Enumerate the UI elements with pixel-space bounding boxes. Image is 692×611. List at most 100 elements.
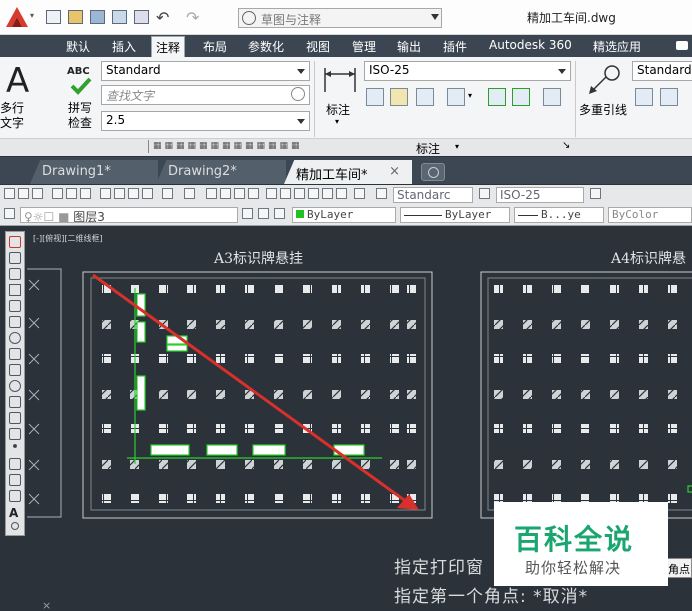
dim-continue-icon[interactable] <box>390 88 408 106</box>
tool-palettes-icon[interactable] <box>294 188 305 199</box>
tab-default[interactable]: 默认 <box>66 38 90 55</box>
new-file-icon[interactable] <box>46 10 61 24</box>
multileader-icon[interactable] <box>585 64 621 98</box>
dim-style-icon[interactable] <box>479 188 490 199</box>
region-icon[interactable] <box>9 490 21 502</box>
layer-states-icon[interactable] <box>274 208 285 219</box>
mleader-style-select[interactable]: Standard <box>632 61 692 81</box>
text-toolbar-icons[interactable]: ▦▦▦▦▦▦▦▦▦▦▦▦▦ <box>153 141 303 151</box>
add-leader-icon[interactable] <box>635 88 653 106</box>
workspace-dropdown[interactable]: 草图与注释 <box>238 8 442 28</box>
dim-baseline-icon[interactable] <box>366 88 384 106</box>
tab-featured-apps[interactable]: 精选应用 <box>593 38 641 55</box>
plot-icon[interactable] <box>52 188 63 199</box>
table-style-icon[interactable] <box>590 188 601 199</box>
remove-leader-icon[interactable] <box>660 88 678 106</box>
spellcheck-check-icon[interactable] <box>70 77 92 95</box>
chevron-down-icon[interactable]: ▾ <box>455 142 459 151</box>
mtext-icon[interactable]: A <box>9 506 21 520</box>
autocad-logo-icon[interactable] <box>6 7 28 27</box>
hatch-icon[interactable] <box>9 458 21 470</box>
text-panel-expander[interactable]: ▦▦▦▦▦▦▦▦▦▦▦▦▦ <box>148 140 349 153</box>
tab-output[interactable]: 输出 <box>397 38 421 55</box>
find-search-icon[interactable] <box>291 87 305 101</box>
dim-inspect-icon[interactable] <box>488 88 506 106</box>
polygon-icon[interactable] <box>9 284 21 296</box>
new-tab-button[interactable] <box>421 163 445 181</box>
tab-manage[interactable]: 管理 <box>352 38 376 55</box>
zoom-previous-icon[interactable] <box>248 188 259 199</box>
calculator-icon[interactable] <box>336 188 347 199</box>
match-prop-icon[interactable] <box>142 188 153 199</box>
linetype-select[interactable]: ByLayer <box>400 207 510 223</box>
design-center-icon[interactable] <box>280 188 291 199</box>
dim-oblique-icon[interactable] <box>543 88 561 106</box>
rectangle-icon[interactable] <box>9 300 21 312</box>
publish-icon[interactable] <box>80 188 91 199</box>
redo-icon[interactable]: ↷ <box>186 8 199 27</box>
revision-cloud-icon[interactable] <box>9 348 21 360</box>
ellipse-arc-icon[interactable] <box>9 396 21 408</box>
construction-line-icon[interactable] <box>9 252 21 264</box>
toolbar-dim-style-select[interactable]: ISO-25 <box>496 187 584 203</box>
tab-layout[interactable]: 布局 <box>203 38 227 55</box>
layer-select[interactable]: ♀☼☐ ■ 图层3 <box>20 207 238 223</box>
undo-icon[interactable] <box>162 188 173 199</box>
cut-icon[interactable] <box>100 188 111 199</box>
tab-parametric[interactable]: 参数化 <box>248 38 284 55</box>
layer-manager-icon[interactable] <box>4 208 15 219</box>
print-icon[interactable] <box>134 10 149 24</box>
doc-tab-active-workshop[interactable]: 精加工车间* × <box>284 160 412 184</box>
dim-style-select[interactable]: ISO-25 <box>364 61 571 81</box>
save-as-icon[interactable] <box>112 10 127 24</box>
add-selected-icon[interactable] <box>11 522 19 530</box>
tab-plugins[interactable]: 插件 <box>443 38 467 55</box>
preview-icon[interactable] <box>66 188 77 199</box>
save-icon[interactable] <box>32 188 43 199</box>
tab-annotate[interactable]: 注释 <box>151 36 186 57</box>
dim-break-icon[interactable] <box>416 88 434 106</box>
zoom-realtime-icon[interactable] <box>220 188 231 199</box>
doc-tab-drawing2[interactable]: Drawing2* <box>156 160 286 184</box>
markup-icon[interactable] <box>322 188 333 199</box>
text-height-select[interactable]: 2.5 <box>101 111 310 131</box>
sheet-set-icon[interactable] <box>308 188 319 199</box>
layer-previous-icon[interactable] <box>258 208 269 219</box>
spline-icon[interactable] <box>9 364 21 376</box>
dialog-launcher-icon[interactable]: ↘ <box>562 140 570 151</box>
mtext-label[interactable]: 多行 文字 <box>0 101 24 131</box>
copy-icon[interactable] <box>114 188 125 199</box>
dimension-dropdown-icon[interactable]: ▾ <box>335 117 339 126</box>
help-icon[interactable] <box>354 188 365 199</box>
multileader-label[interactable]: 多重引线 <box>579 101 627 118</box>
open-icon[interactable] <box>18 188 29 199</box>
linear-dimension-icon[interactable] <box>322 64 358 96</box>
open-folder-icon[interactable] <box>68 10 83 24</box>
mtext-icon[interactable]: A <box>6 61 29 101</box>
color-select[interactable]: ByLayer <box>292 207 396 223</box>
dim-update-icon[interactable] <box>512 88 530 106</box>
save-icon[interactable] <box>90 10 105 24</box>
tab-insert[interactable]: 插入 <box>112 38 136 55</box>
dim-adjust-space-icon[interactable] <box>447 88 465 106</box>
corner-option-button[interactable]: 角点 <box>666 558 692 578</box>
paste-icon[interactable] <box>128 188 139 199</box>
gradient-icon[interactable] <box>9 474 21 486</box>
point-icon[interactable] <box>13 444 17 448</box>
undo-icon[interactable]: ↶ <box>156 8 169 27</box>
dimension-panel-title[interactable]: 标注 <box>416 140 440 157</box>
spellcheck-label[interactable]: 拼写 检查 <box>68 101 92 131</box>
plotstyle-select[interactable]: ByColor <box>608 207 692 223</box>
dimension-label[interactable]: 标注 <box>326 101 350 118</box>
tab-autodesk-360[interactable]: Autodesk 360 <box>489 38 572 52</box>
circle-icon[interactable] <box>9 332 21 344</box>
find-text-input[interactable]: 查找文字 <box>101 85 310 105</box>
viewport-controls-label[interactable]: [-][俯视][二维线框] <box>33 233 103 244</box>
make-block-icon[interactable] <box>9 428 21 440</box>
lineweight-select[interactable]: B...ye <box>514 207 604 223</box>
ellipse-icon[interactable] <box>9 380 21 392</box>
doc-tab-drawing1[interactable]: Drawing1* <box>30 160 158 184</box>
app-menu-arrow-icon[interactable]: ▾ <box>30 11 34 20</box>
polyline-icon[interactable] <box>9 268 21 280</box>
insert-block-icon[interactable] <box>9 412 21 424</box>
